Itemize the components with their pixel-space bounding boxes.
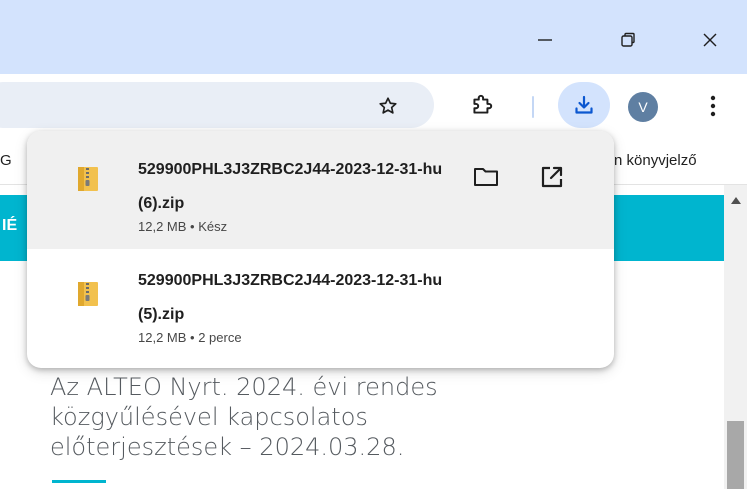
scroll-up-arrow-icon[interactable]: [731, 197, 741, 204]
profile-avatar[interactable]: V: [628, 92, 658, 122]
close-icon: [703, 33, 717, 47]
download-filename-continued: (6).zip: [138, 195, 185, 212]
bookmark-star-button[interactable]: [375, 93, 401, 119]
banner-text: IÉ: [2, 217, 18, 234]
other-bookmarks-folder[interactable]: n könyvjelző: [614, 152, 697, 169]
toolbar-divider: [532, 96, 534, 118]
title-bar: [0, 0, 747, 74]
downloads-button[interactable]: [558, 82, 610, 128]
more-vert-icon: [710, 95, 716, 117]
download-filename-continued: (5).zip: [138, 306, 185, 323]
headline-accent-line: [52, 480, 106, 483]
minimize-button[interactable]: [525, 22, 565, 58]
download-filename: 529900PHL3J3ZRBC2J44-2023-12-31-hu: [138, 272, 443, 289]
browser-toolbar: V: [0, 74, 747, 136]
downloads-bubble: 529900PHL3J3ZRBC2J44-2023-12-31-hu (6).z…: [27, 131, 614, 368]
download-icon: [575, 95, 593, 114]
scrollbar-thumb[interactable]: [727, 421, 744, 489]
more-menu-button[interactable]: [698, 90, 728, 122]
download-status: 12,2 MB • 2 perce: [138, 330, 242, 345]
address-bar[interactable]: [0, 82, 434, 128]
close-button[interactable]: [690, 22, 730, 58]
open-file-button[interactable]: [536, 161, 568, 193]
zip-file-icon: [78, 282, 98, 306]
extensions-button[interactable]: [466, 89, 498, 121]
download-filename: 529900PHL3J3ZRBC2J44-2023-12-31-hu: [138, 161, 443, 178]
open-in-new-icon: [541, 166, 563, 188]
profile-initial: V: [638, 99, 648, 115]
minimize-icon: [538, 39, 552, 41]
star-icon: [379, 97, 397, 114]
restore-button[interactable]: [608, 22, 648, 58]
download-status: 12,2 MB • Kész: [138, 219, 228, 234]
zip-file-icon: [78, 167, 98, 191]
article-headline-link[interactable]: Az ALTEO Nyrt. 2024. évi rendes közgyűlé…: [50, 372, 550, 462]
download-item[interactable]: 529900PHL3J3ZRBC2J44-2023-12-31-hu (5).z…: [27, 249, 614, 367]
folder-icon: [474, 168, 498, 186]
restore-icon: [621, 32, 635, 47]
show-in-folder-button[interactable]: [470, 161, 502, 193]
extensions-puzzle-icon: [473, 94, 493, 114]
download-item[interactable]: 529900PHL3J3ZRBC2J44-2023-12-31-hu (6).z…: [27, 131, 614, 249]
bookmark-item-partial[interactable]: G: [0, 152, 12, 169]
